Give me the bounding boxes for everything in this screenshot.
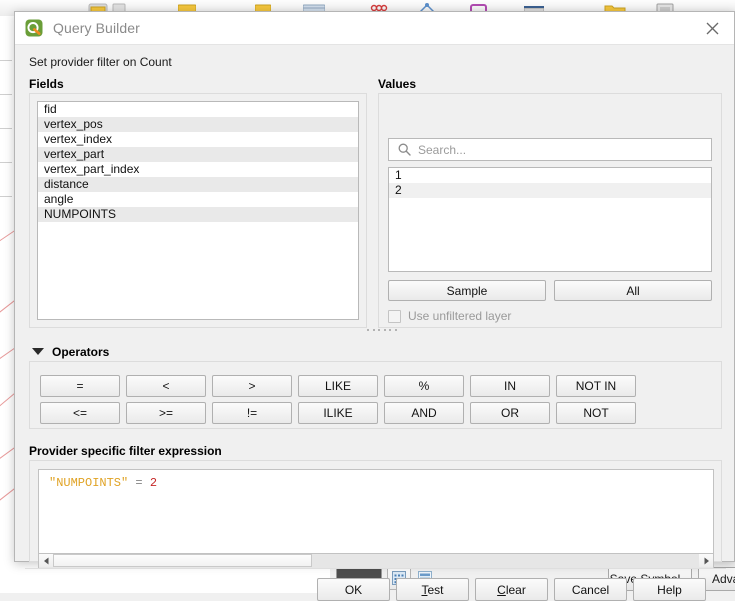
values-search-box[interactable] — [388, 138, 712, 161]
fields-label: Fields — [29, 77, 64, 91]
dialog-subtitle: Set provider filter on Count — [29, 55, 172, 69]
advanced-label: Advan — [712, 572, 735, 586]
help-button[interactable]: Help — [633, 578, 706, 601]
clear-button[interactable]: Clear — [475, 578, 548, 601]
use-unfiltered-layer-checkbox[interactable]: Use unfiltered layer — [388, 309, 511, 323]
footer-divider — [25, 568, 726, 569]
operator-button-label: <= — [73, 406, 87, 420]
operator-button-label: > — [248, 379, 255, 393]
operator-button-label: != — [247, 406, 257, 420]
cancel-button-label: Cancel — [572, 583, 609, 597]
operator-button-label: < — [162, 379, 169, 393]
operator-button[interactable]: ILIKE — [298, 402, 378, 424]
search-icon — [398, 143, 411, 156]
chevron-down-icon[interactable] — [32, 348, 44, 355]
sample-button[interactable]: Sample — [388, 280, 546, 301]
field-list-item[interactable]: fid — [38, 102, 358, 117]
all-button[interactable]: All — [554, 280, 712, 301]
operator-button[interactable]: NOT — [556, 402, 636, 424]
ok-button-label: OK — [345, 583, 362, 597]
use-unfiltered-layer-label: Use unfiltered layer — [408, 309, 511, 323]
operator-button[interactable]: != — [212, 402, 292, 424]
operator-button-label: NOT — [583, 406, 608, 420]
operator-button[interactable]: <= — [40, 402, 120, 424]
operator-button-label: IN — [504, 379, 516, 393]
scrollbar-thumb[interactable] — [53, 554, 312, 567]
operator-button-label: LIKE — [325, 379, 351, 393]
value-list-item[interactable]: 1 — [389, 168, 711, 183]
panel-splitter[interactable] — [367, 328, 397, 332]
operator-button[interactable]: AND — [384, 402, 464, 424]
test-button[interactable]: Test — [396, 578, 469, 601]
operator-button-label: AND — [411, 406, 436, 420]
operators-label: Operators — [52, 345, 109, 359]
operator-button-label: OR — [501, 406, 519, 420]
field-list-item[interactable]: distance — [38, 177, 358, 192]
operator-button[interactable]: OR — [470, 402, 550, 424]
search-input[interactable] — [418, 143, 711, 157]
clear-button-label: Clear — [497, 583, 526, 597]
checkbox-square — [388, 310, 401, 323]
dialog-body: Set provider filter on Count Fields fidv… — [15, 45, 734, 562]
field-list-item[interactable]: angle — [38, 192, 358, 207]
expression-token-field: "NUMPOINTS" — [49, 476, 128, 490]
field-list-item[interactable]: NUMPOINTS — [38, 207, 358, 222]
qgis-logo-icon — [25, 19, 43, 37]
operator-button-label: ILIKE — [323, 406, 352, 420]
field-list-item[interactable]: vertex_part — [38, 147, 358, 162]
expression-panel: "NUMPOINTS" = 2 — [29, 460, 722, 562]
expression-token-op: = — [128, 476, 150, 490]
sample-label: Sample — [447, 284, 488, 298]
operator-button-label: % — [419, 379, 430, 393]
values-list[interactable]: 12 — [388, 167, 712, 272]
operator-button[interactable]: = — [40, 375, 120, 397]
field-list-item[interactable]: vertex_pos — [38, 117, 358, 132]
help-button-label: Help — [657, 583, 682, 597]
operator-button[interactable]: < — [126, 375, 206, 397]
operator-button[interactable]: >= — [126, 402, 206, 424]
fields-list[interactable]: fidvertex_posvertex_indexvertex_partvert… — [37, 101, 359, 320]
operator-button[interactable]: IN — [470, 375, 550, 397]
field-list-item[interactable]: vertex_index — [38, 132, 358, 147]
dialog-title: Query Builder — [53, 20, 140, 36]
operator-button-label: >= — [159, 406, 173, 420]
field-list-item[interactable]: vertex_part_index — [38, 162, 358, 177]
cancel-button[interactable]: Cancel — [554, 578, 627, 601]
operator-button[interactable]: LIKE — [298, 375, 378, 397]
arrow-left-icon[interactable] — [39, 554, 53, 567]
ok-button[interactable]: OK — [317, 578, 390, 601]
dialog-titlebar: Query Builder — [15, 12, 734, 45]
test-button-label: Test — [421, 583, 443, 597]
query-builder-dialog: Query Builder Set provider filter on Cou… — [14, 11, 735, 562]
expression-text: "NUMPOINTS" = 2 — [49, 476, 157, 491]
operator-button[interactable]: NOT IN — [556, 375, 636, 397]
expression-label: Provider specific filter expression — [29, 444, 222, 458]
value-list-item[interactable]: 2 — [389, 183, 711, 198]
operator-button[interactable]: % — [384, 375, 464, 397]
operator-button-label: = — [76, 379, 83, 393]
operator-button[interactable]: > — [212, 375, 292, 397]
all-label: All — [626, 284, 639, 298]
values-label: Values — [378, 77, 416, 91]
close-icon[interactable] — [690, 12, 734, 45]
expression-editor[interactable]: "NUMPOINTS" = 2 — [38, 469, 714, 554]
operator-button-label: NOT IN — [576, 379, 616, 393]
arrow-right-icon[interactable] — [699, 554, 713, 567]
expression-horizontal-scrollbar[interactable] — [38, 554, 714, 569]
expression-token-num: 2 — [150, 476, 157, 490]
